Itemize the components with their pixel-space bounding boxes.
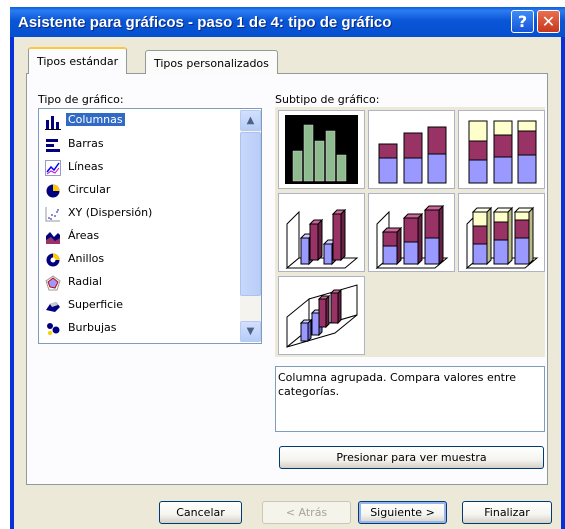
- subtype-3d-100-stacked-column[interactable]: [458, 193, 545, 272]
- list-item-xy-dispersion[interactable]: XY (Dispersión): [42, 203, 240, 225]
- list-item-label: Barras: [68, 137, 104, 150]
- bar-chart-icon: [46, 139, 60, 152]
- subtype-label: Subtipo de gráfico:: [275, 93, 380, 106]
- desktop-strip-top: [0, 0, 565, 7]
- window-border-left: [10, 37, 14, 529]
- bubble-chart-icon: [47, 323, 60, 335]
- finish-button[interactable]: Finalizar: [462, 501, 552, 524]
- tab-custom-types[interactable]: Tipos personalizados: [145, 50, 278, 74]
- help-icon: ?: [517, 12, 528, 31]
- pie-chart-icon: [46, 184, 60, 198]
- subtype-3d-column[interactable]: [278, 276, 365, 355]
- area-chart-icon: [46, 232, 60, 244]
- list-item-areas[interactable]: Áreas: [42, 226, 240, 248]
- subtype-grid: [275, 107, 545, 357]
- desktop-strip-left: [0, 0, 10, 529]
- list-item-circular[interactable]: Circular: [42, 180, 240, 202]
- window-border-right: [561, 37, 565, 529]
- subtype-description: Columna agrupada. Compara valores entre …: [275, 366, 545, 432]
- window-title: Asistente para gráficos - paso 1 de 4: t…: [18, 14, 392, 31]
- close-button[interactable]: ✕: [537, 10, 560, 33]
- scroll-up-button[interactable]: ▲: [240, 110, 261, 131]
- tab-label: Tipos personalizados: [154, 57, 269, 70]
- preview-button[interactable]: Presionar para ver muestra: [279, 446, 544, 469]
- chart-type-list[interactable]: Columnas Barras Líneas Circular XY (Disp…: [38, 108, 262, 344]
- scroll-down-button[interactable]: ▼: [240, 321, 261, 342]
- scatter-chart-icon: [45, 207, 60, 222]
- list-item-barras[interactable]: Barras: [42, 134, 240, 156]
- list-item-lineas[interactable]: Líneas: [42, 157, 240, 179]
- clustered-column-icon: [285, 115, 358, 184]
- surface-chart-icon: [46, 302, 60, 312]
- tab-label: Tipos estándar: [37, 55, 119, 68]
- list-scrollbar[interactable]: ▲ ▼: [240, 110, 261, 342]
- stacked-column-icon: [378, 126, 447, 184]
- doughnut-chart-icon: [46, 253, 60, 267]
- radar-chart-icon: [45, 275, 61, 291]
- help-button[interactable]: ?: [511, 10, 534, 33]
- list-item-label: Columnas: [66, 113, 125, 126]
- cancel-button[interactable]: Cancelar: [159, 501, 242, 524]
- chart-type-label: Tipo de gráfico:: [38, 93, 124, 106]
- list-item-anillos[interactable]: Anillos: [42, 249, 240, 271]
- list-item-label: XY (Dispersión): [68, 206, 153, 219]
- 3d-clustered-column-icon: [285, 208, 359, 270]
- subtype-stacked-column[interactable]: [368, 110, 455, 189]
- list-item-label: Líneas: [68, 160, 104, 173]
- list-item-label: Anillos: [68, 252, 105, 265]
- subtype-100-stacked-column[interactable]: [458, 110, 545, 189]
- subtype-3d-stacked-column[interactable]: [368, 193, 455, 272]
- list-item-columnas[interactable]: Columnas: [42, 111, 240, 133]
- list-item-label: Radial: [68, 275, 102, 288]
- close-icon: ✕: [541, 12, 556, 31]
- list-item-superficie[interactable]: Superficie: [42, 295, 240, 317]
- list-item-burbujas[interactable]: Burbujas: [42, 318, 240, 340]
- next-button[interactable]: Siguiente >: [358, 501, 447, 524]
- list-item-label: Áreas: [68, 229, 100, 242]
- subtype-3d-clustered-column[interactable]: [278, 193, 365, 272]
- column-chart-icon: [45, 116, 61, 130]
- tab-standard-types[interactable]: Tipos estándar: [28, 47, 128, 74]
- subtype-clustered-column[interactable]: [278, 110, 365, 189]
- list-item-radial[interactable]: Radial: [42, 272, 240, 294]
- list-item-label: Superficie: [68, 298, 124, 311]
- chevron-down-icon: ▼: [246, 326, 255, 337]
- back-button[interactable]: < Atrás: [262, 501, 351, 524]
- list-item-label: Circular: [68, 183, 111, 196]
- chevron-up-icon: ▲: [246, 115, 255, 126]
- 3d-percent-stacked-column-icon: [465, 206, 539, 270]
- 3d-column-icon: [286, 284, 358, 349]
- percent-stacked-column-icon: [468, 120, 537, 184]
- list-item-label: Burbujas: [68, 321, 117, 334]
- line-chart-icon: [45, 160, 61, 176]
- 3d-stacked-column-icon: [375, 204, 449, 270]
- scroll-thumb[interactable]: [240, 132, 261, 296]
